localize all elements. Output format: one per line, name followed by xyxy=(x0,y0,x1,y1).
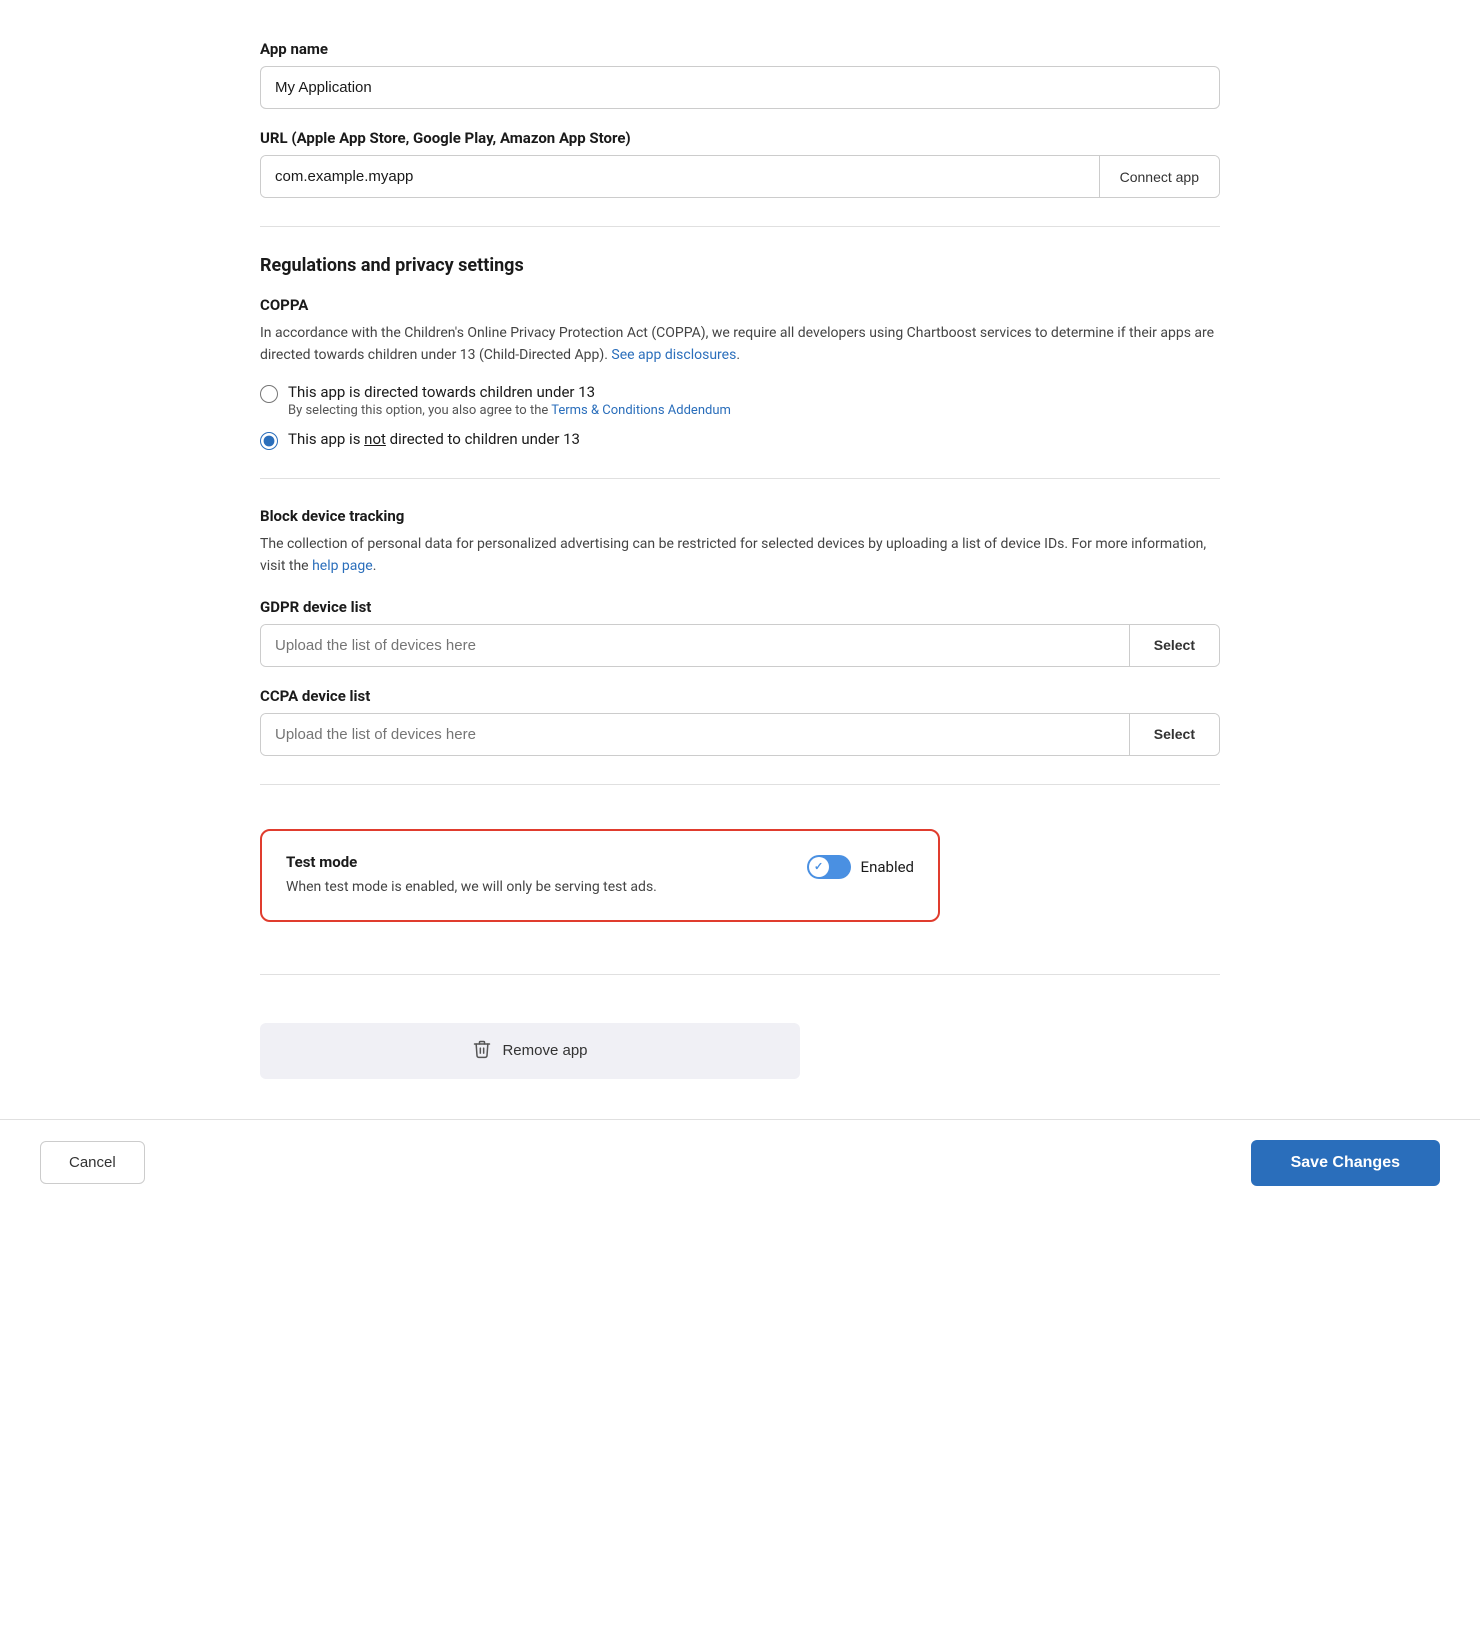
url-label: URL (Apple App Store, Google Play, Amazo… xyxy=(260,129,1220,147)
url-field-container: Connect app xyxy=(260,155,1220,198)
app-name-input[interactable] xyxy=(260,66,1220,109)
coppa-radio-not-directed[interactable] xyxy=(260,432,278,450)
coppa-divider xyxy=(260,478,1220,479)
ccpa-select-button[interactable]: Select xyxy=(1129,714,1219,755)
coppa-radio-group: This app is directed towards children un… xyxy=(260,383,1220,450)
test-mode-divider-top xyxy=(260,784,1220,785)
test-mode-toggle-container: ✓ Enabled xyxy=(807,855,914,879)
section-divider xyxy=(260,226,1220,227)
help-page-link[interactable]: help page xyxy=(312,558,373,574)
gdpr-input-container: Select xyxy=(260,624,1220,667)
url-input[interactable] xyxy=(261,156,1099,197)
ccpa-label: CCPA device list xyxy=(260,687,1220,705)
remove-app-divider xyxy=(260,974,1220,975)
test-mode-title: Test mode xyxy=(286,853,783,871)
app-name-label: App name xyxy=(260,40,1220,58)
regulations-section-title: Regulations and privacy settings xyxy=(260,255,1220,276)
save-changes-button[interactable]: Save Changes xyxy=(1251,1140,1440,1186)
remove-app-button[interactable]: Remove app xyxy=(260,1023,800,1079)
test-mode-toggle[interactable]: ✓ xyxy=(807,855,851,879)
ccpa-input[interactable] xyxy=(261,714,1129,755)
radio-item-directed: This app is directed towards children un… xyxy=(260,383,1220,418)
coppa-directed-label: This app is directed towards children un… xyxy=(288,383,731,401)
toggle-check-icon: ✓ xyxy=(814,860,823,873)
remove-app-label: Remove app xyxy=(502,1042,587,1059)
radio-item-not-directed: This app is not directed to children und… xyxy=(260,430,1220,450)
coppa-not-directed-label: This app is not directed to children und… xyxy=(288,430,580,448)
gdpr-select-button[interactable]: Select xyxy=(1129,625,1219,666)
coppa-description: In accordance with the Children's Online… xyxy=(260,322,1220,367)
block-tracking-description: The collection of personal data for pers… xyxy=(260,533,1220,578)
test-mode-content: Test mode When test mode is enabled, we … xyxy=(286,853,783,898)
cancel-button[interactable]: Cancel xyxy=(40,1141,145,1184)
footer-bar: Cancel Save Changes xyxy=(0,1119,1480,1206)
coppa-radio-directed[interactable] xyxy=(260,385,278,403)
ccpa-input-container: Select xyxy=(260,713,1220,756)
gdpr-label: GDPR device list xyxy=(260,598,1220,616)
toggle-knob: ✓ xyxy=(809,857,829,877)
gdpr-input[interactable] xyxy=(261,625,1129,666)
test-mode-box: Test mode When test mode is enabled, we … xyxy=(260,829,940,922)
coppa-directed-sublabel: By selecting this option, you also agree… xyxy=(288,403,731,418)
see-app-disclosures-link[interactable]: See app disclosures xyxy=(611,347,736,363)
block-tracking-title: Block device tracking xyxy=(260,507,1220,525)
test-mode-toggle-label: Enabled xyxy=(861,858,914,876)
test-mode-description: When test mode is enabled, we will only … xyxy=(286,877,783,898)
remove-app-section: Remove app xyxy=(260,1003,1220,1079)
terms-conditions-link[interactable]: Terms & Conditions Addendum xyxy=(551,403,731,418)
coppa-title: COPPA xyxy=(260,296,1220,314)
connect-app-button[interactable]: Connect app xyxy=(1099,156,1219,197)
trash-icon xyxy=(472,1039,492,1063)
